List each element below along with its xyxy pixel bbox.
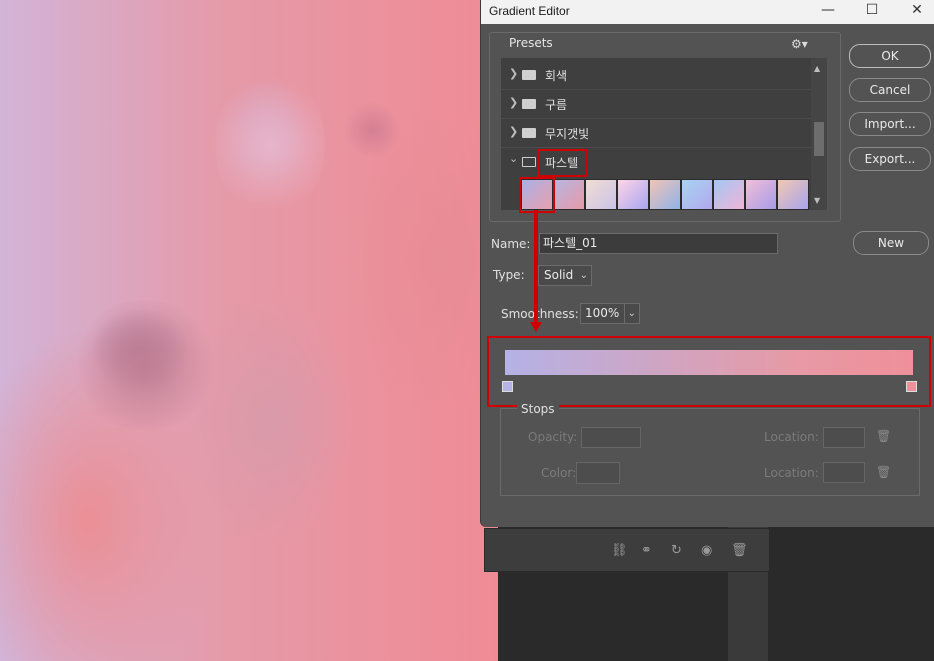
- scroll-down-icon[interactable]: ▼: [814, 196, 820, 205]
- annotation-arrow: [534, 210, 538, 325]
- color-stop-right[interactable]: [906, 381, 917, 392]
- gradient-swatch[interactable]: [553, 179, 585, 210]
- stops-label: Stops: [517, 402, 559, 416]
- chevron-down-icon: ⌄: [623, 304, 636, 323]
- export-button[interactable]: Export...: [849, 147, 931, 171]
- gradient-swatch[interactable]: [617, 179, 649, 210]
- import-button[interactable]: Import...: [849, 112, 931, 136]
- chevron-right-icon[interactable]: ❯: [509, 125, 518, 138]
- title-bar: Gradient Editor — ☐ ✕: [481, 0, 934, 24]
- location-label-2: Location:: [764, 466, 819, 480]
- color-label: Color:: [541, 466, 577, 480]
- delete-stop-icon: 🗑: [876, 465, 892, 479]
- delete-layer-icon[interactable]: 🗑: [731, 543, 748, 558]
- folder-open-icon: [522, 157, 536, 167]
- layers-panel-footer: ⛓ ⚭ ↻ ◉ 🗑: [484, 528, 770, 572]
- highlight-pastel-folder: [537, 149, 587, 177]
- delete-stop-icon: 🗑: [876, 429, 892, 443]
- chevron-down-icon[interactable]: ⌄: [509, 152, 518, 165]
- gradient-name-field[interactable]: 파스텔_01: [539, 233, 778, 254]
- type-select[interactable]: Solid ⌄: [538, 265, 592, 286]
- visibility-eye-icon[interactable]: ◉: [701, 543, 712, 558]
- fx-icon[interactable]: ⚭: [641, 543, 652, 558]
- minimize-button[interactable]: —: [813, 2, 843, 18]
- folder-icon: [522, 70, 536, 80]
- chevron-right-icon[interactable]: ❯: [509, 96, 518, 109]
- presets-label: Presets: [509, 36, 553, 50]
- preset-folder-gray[interactable]: ❯ 회색: [501, 61, 811, 90]
- color-stop-left[interactable]: [502, 381, 513, 392]
- link-layers-icon[interactable]: ⛓: [611, 543, 628, 558]
- preset-folder-clouds[interactable]: ❯ 구름: [501, 90, 811, 119]
- scroll-up-icon[interactable]: ▲: [814, 64, 820, 73]
- ok-button[interactable]: OK: [849, 44, 931, 68]
- highlight-first-swatch: [519, 177, 555, 213]
- cancel-button[interactable]: Cancel: [849, 78, 931, 102]
- name-label: Name:: [491, 237, 531, 251]
- opacity-label: Opacity:: [528, 430, 578, 444]
- chevron-down-icon: ⌄: [579, 270, 588, 281]
- gradient-swatch[interactable]: [713, 179, 745, 210]
- presets-scrollbar[interactable]: ▲ ▼: [811, 58, 827, 210]
- opacity-field: [581, 427, 641, 448]
- smoothness-select[interactable]: 100% ⌄: [580, 303, 640, 324]
- adjustment-icon[interactable]: ↻: [671, 543, 682, 558]
- folder-label: 무지갯빛: [545, 127, 590, 141]
- smoothness-label: Smoothness:: [501, 307, 579, 321]
- close-button[interactable]: ✕: [902, 2, 932, 18]
- new-button[interactable]: New: [853, 231, 929, 255]
- annotation-arrow-head: [530, 322, 542, 332]
- gradient-editor-dialog: Gradient Editor — ☐ ✕ Presets ⚙▾ ❯ 회색 ❯ …: [480, 0, 934, 527]
- preset-folder-rainbow[interactable]: ❯ 무지갯빛: [501, 119, 811, 148]
- chevron-right-icon[interactable]: ❯: [509, 67, 518, 80]
- dialog-title: Gradient Editor: [489, 4, 570, 18]
- gradient-swatch[interactable]: [745, 179, 777, 210]
- color-field: [576, 462, 620, 484]
- type-label: Type:: [493, 268, 525, 282]
- presets-gear-icon[interactable]: ⚙▾: [791, 37, 808, 51]
- folder-label: 구름: [545, 98, 568, 112]
- gradient-swatch[interactable]: [649, 179, 681, 210]
- bouquet-shape: [70, 300, 220, 430]
- folder-icon: [522, 128, 536, 138]
- gradient-preview-bar[interactable]: [505, 350, 913, 375]
- color-location-field: [823, 462, 865, 483]
- location-label-1: Location:: [764, 430, 819, 444]
- face-shape: [215, 70, 325, 220]
- smoothness-value: 100%: [585, 306, 620, 320]
- opacity-location-field: [823, 427, 865, 448]
- folder-label: 회색: [545, 69, 568, 83]
- folder-icon: [522, 99, 536, 109]
- type-value: Solid: [544, 268, 574, 282]
- gradient-swatch[interactable]: [777, 179, 809, 210]
- gradient-swatch[interactable]: [585, 179, 617, 210]
- scroll-thumb[interactable]: [814, 122, 824, 156]
- hair-flower-shape: [345, 100, 400, 160]
- canvas-image: [0, 0, 500, 661]
- maximize-button[interactable]: ☐: [857, 2, 887, 18]
- gradient-swatch[interactable]: [681, 179, 713, 210]
